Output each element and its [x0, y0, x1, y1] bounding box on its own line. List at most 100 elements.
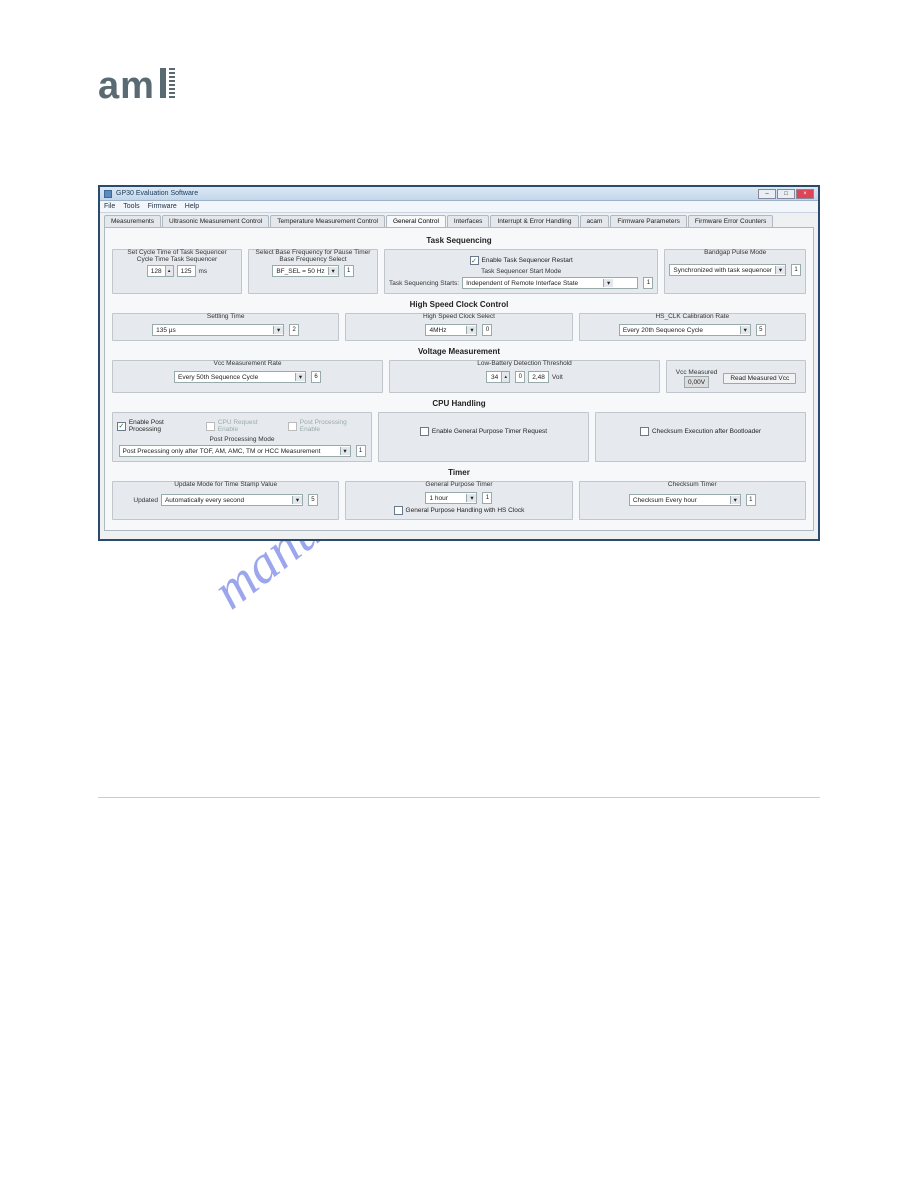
- logo-text: am: [98, 65, 155, 108]
- section-hsc-title: High Speed Clock Control: [111, 296, 807, 311]
- lbd-val: 2,48: [528, 371, 549, 383]
- group-base-freq: Select Base Frequency for Pause Timer Ba…: [248, 249, 378, 294]
- tab-interfaces[interactable]: Interfaces: [447, 215, 490, 227]
- hsc-cal-combo[interactable]: Every 20th Sequence Cycle▾: [619, 324, 751, 336]
- hsc-cal-idx: 5: [756, 324, 766, 336]
- group-post-processing: ✓Enable Post Processing CPU Request Enab…: [112, 412, 372, 462]
- app-icon: [104, 190, 112, 198]
- menu-firmware[interactable]: Firmware: [148, 203, 177, 210]
- cycle-sublabel: Cycle Time Task Sequencer: [117, 256, 237, 263]
- group-settling: Settling Time 135 µs▾ 2: [112, 313, 339, 341]
- vcc-measured-val: 0,00V: [684, 376, 709, 388]
- group-vcc-rate: Vcc Measurement Rate Every 50th Sequence…: [112, 360, 383, 393]
- pp-mode-idx: 1: [356, 445, 366, 457]
- minimize-button[interactable]: –: [758, 189, 776, 199]
- tab-fw-errors[interactable]: Firmware Error Counters: [688, 215, 774, 227]
- tab-acam[interactable]: acam: [580, 215, 610, 227]
- app-window: GP30 Evaluation Software – □ × File Tool…: [98, 185, 820, 541]
- bandgap-idx: 1: [791, 264, 801, 276]
- group-vcc-read: Vcc Measured 0,00V Read Measured Vcc: [666, 360, 806, 393]
- pp-mode-combo[interactable]: Post Precessing only after TOF, AM, AMC,…: [119, 445, 351, 457]
- gpt-hs-check[interactable]: General Purpose Handling with HS Clock: [394, 506, 525, 515]
- vcc-measured-label: Vcc Measured: [676, 369, 718, 376]
- checksum-timer-legend: Checksum Timer: [665, 481, 720, 488]
- enable-restart-check[interactable]: ✓Enable Task Sequencer Restart: [470, 256, 573, 265]
- update-idx: 5: [308, 494, 318, 506]
- group-bandgap: Bandgap Pulse Mode Synchronized with tas…: [664, 249, 806, 294]
- update-legend: Update Mode for Time Stamp Value: [171, 481, 280, 488]
- gpt-idx: 1: [482, 492, 492, 504]
- group-base-legend: Select Base Frequency for Pause Timer: [253, 249, 374, 256]
- checksum-timer-combo[interactable]: Checksum Every hour▾: [629, 494, 741, 506]
- base-freq-combo[interactable]: BF_SEL = 50 Hz▾: [272, 265, 338, 277]
- lbd-v[interactable]: 34▴: [486, 371, 510, 383]
- checksum-boot-check[interactable]: Checksum Execution after Bootloader: [640, 427, 761, 436]
- section-timer-title: Timer: [111, 464, 807, 479]
- tab-general-control[interactable]: General Control: [386, 215, 446, 227]
- menu-help[interactable]: Help: [185, 203, 199, 210]
- tab-fw-parameters[interactable]: Firmware Parameters: [610, 215, 686, 227]
- section-cpu-title: CPU Handling: [111, 395, 807, 410]
- tab-bar: Measurements Ultrasonic Measurement Cont…: [104, 215, 814, 228]
- menubar: File Tools Firmware Help: [100, 201, 818, 213]
- group-cycle-time: Set Cycle Time of Task Sequencer Cycle T…: [112, 249, 242, 294]
- pp-mode-legend: Post Processing Mode: [117, 436, 367, 443]
- start-mode-idx: 1: [643, 277, 653, 289]
- group-checksum-timer: Checksum Timer Checksum Every hour▾ 1: [579, 481, 806, 520]
- read-vcc-button[interactable]: Read Measured Vcc: [723, 373, 796, 384]
- menu-file[interactable]: File: [104, 203, 115, 210]
- menu-tools[interactable]: Tools: [123, 203, 139, 210]
- vcc-rate-idx: 6: [311, 371, 321, 383]
- base-freq-idx: 1: [344, 265, 354, 277]
- enable-pp-check[interactable]: ✓Enable Post Processing: [117, 419, 196, 433]
- cpu-req-check: CPU Request Enable: [206, 419, 278, 433]
- start-mode-label: Task Sequencer Start Mode: [389, 268, 653, 275]
- settling-legend: Settling Time: [204, 313, 248, 320]
- update-prefix: Updated: [133, 497, 158, 504]
- tab-interrupt[interactable]: Interrupt & Error Handling: [490, 215, 578, 227]
- divider: [98, 797, 820, 798]
- maximize-button[interactable]: □: [777, 189, 795, 199]
- close-button[interactable]: ×: [796, 189, 814, 199]
- vcc-rate-combo[interactable]: Every 50th Sequence Cycle▾: [174, 371, 306, 383]
- tab-measurements[interactable]: Measurements: [104, 215, 161, 227]
- logo-bars-icon: [157, 65, 175, 108]
- group-lbd: Low-Battery Detection Threshold 34▴ 0 2,…: [389, 360, 660, 393]
- enable-gpt-check[interactable]: Enable General Purpose Timer Request: [420, 427, 547, 436]
- group-gpt: General Purpose Timer 1 hour▾ 1 General …: [345, 481, 572, 520]
- hsc-select-idx: 0: [482, 324, 492, 336]
- base-sublabel: Base Frequency Select: [253, 256, 373, 263]
- bandgap-combo[interactable]: Synchronized with task sequencer▾: [669, 264, 786, 276]
- group-hsc-cal: HS_CLK Calibration Rate Every 20th Seque…: [579, 313, 806, 341]
- lbd-idx: 0: [515, 371, 525, 383]
- cycle-v2[interactable]: 125: [177, 265, 196, 277]
- hsc-select-legend: High Speed Clock Select: [420, 313, 498, 320]
- update-combo[interactable]: Automatically every second▾: [161, 494, 303, 506]
- general-control-panel: Task Sequencing Set Cycle Time of Task S…: [104, 228, 814, 531]
- section-task-title: Task Sequencing: [111, 232, 807, 247]
- start-label: Task Sequencing Starts:: [389, 280, 459, 287]
- group-restart: ✓Enable Task Sequencer Restart Task Sequ…: [384, 249, 658, 294]
- start-mode-combo[interactable]: Independent of Remote Interface State▾: [462, 277, 638, 289]
- checksum-timer-idx: 1: [746, 494, 756, 506]
- window-title: GP30 Evaluation Software: [116, 190, 758, 197]
- tab-ultrasonic[interactable]: Ultrasonic Measurement Control: [162, 215, 269, 227]
- group-hsc-select: High Speed Clock Select 4MHz▾ 0: [345, 313, 572, 341]
- group-bandgap-legend: Bandgap Pulse Mode: [701, 249, 769, 256]
- lbd-unit: Volt: [552, 374, 563, 381]
- hsc-cal-legend: HS_CLK Calibration Rate: [652, 313, 732, 320]
- section-vm-title: Voltage Measurement: [111, 343, 807, 358]
- group-checksum-boot: Checksum Execution after Bootloader: [595, 412, 806, 462]
- group-update-mode: Update Mode for Time Stamp Value Updated…: [112, 481, 339, 520]
- group-cycle-legend: Set Cycle Time of Task Sequencer: [124, 249, 229, 256]
- tab-temperature[interactable]: Temperature Measurement Control: [270, 215, 385, 227]
- group-gpt-req: Enable General Purpose Timer Request: [378, 412, 589, 462]
- cycle-v1[interactable]: 128▴: [147, 265, 174, 277]
- gpt-combo[interactable]: 1 hour▾: [425, 492, 477, 504]
- vcc-rate-legend: Vcc Measurement Rate: [211, 360, 285, 367]
- cycle-unit: ms: [199, 268, 208, 275]
- settling-combo[interactable]: 135 µs▾: [152, 324, 284, 336]
- hsc-select-combo[interactable]: 4MHz▾: [425, 324, 477, 336]
- gpt-legend: General Purpose Timer: [422, 481, 495, 488]
- brand-logo: am: [98, 65, 175, 108]
